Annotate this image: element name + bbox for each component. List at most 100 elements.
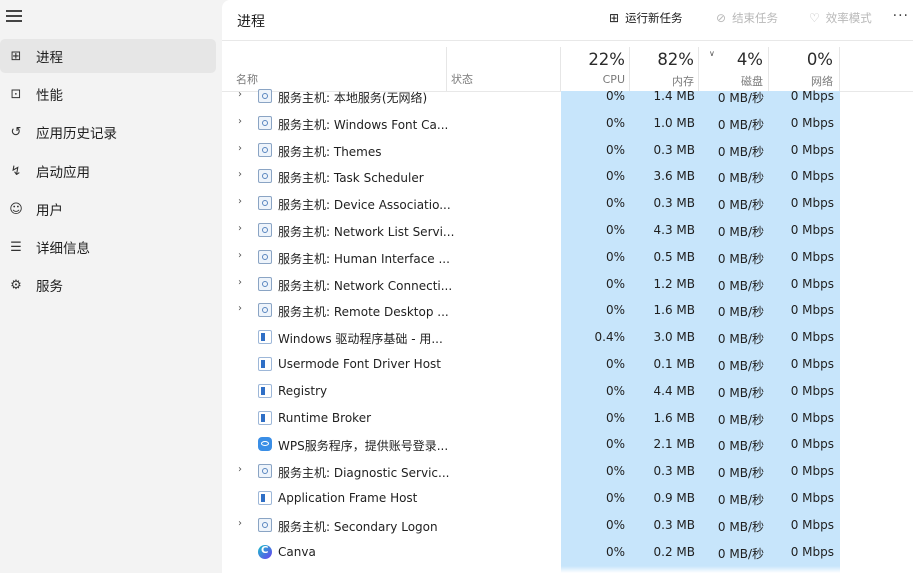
- process-name: 服务主机: Windows Font Ca...: [278, 117, 449, 132]
- expand-chevron-icon[interactable]: ›: [238, 169, 242, 180]
- sidebar-item-details[interactable]: ☰ 详细信息: [0, 230, 216, 264]
- service-host-icon: [258, 142, 272, 157]
- process-cpu: 0%: [605, 89, 625, 103]
- process-network: 0 Mbps: [790, 330, 834, 345]
- table-row[interactable]: › 服务主机: Network List Servi... 0% 4.3 MB 0 MB…: [222, 217, 913, 244]
- table-row[interactable]: › 服务主机: 本地服务(无网络) 0% 1.4 MB 0 MB/秒 0 Mbps: [222, 83, 913, 110]
- process-name: Registry: [278, 383, 328, 398]
- table-row[interactable]: › 服务主机: Remote Desktop ... 0% 1.6 MB 0 MB/秒 0…: [222, 297, 913, 324]
- expand-chevron-icon[interactable]: ›: [238, 116, 242, 127]
- process-network: 0 Mbps: [790, 383, 834, 398]
- run-new-task-button[interactable]: ⊞ 运行新任务: [609, 10, 683, 26]
- process-memory: 0.3 MB: [653, 464, 695, 479]
- table-row[interactable]: › 服务主机: Task Scheduler 0% 3.6 MB 0 MB/秒 0 Mbp…: [222, 163, 913, 190]
- table-row[interactable]: Canva 0% 0.2 MB 0 MB/秒 0 Mbps: [222, 539, 913, 566]
- end-task-button[interactable]: ⊘ 结束任务: [716, 10, 778, 26]
- sidebar-item-startup[interactable]: ↯ 启动应用: [0, 154, 216, 188]
- table-row[interactable]: › 服务主机: Device Associatio... 0% 0.3 MB 0 MB/…: [222, 190, 913, 217]
- process-memory: 0.1 MB: [653, 357, 695, 371]
- process-name: 服务主机: Remote Desktop ...: [278, 305, 449, 320]
- sidebar-item-label: 服务: [36, 279, 63, 295]
- end-task-label: 结束任务: [732, 11, 779, 25]
- service-host-icon: [258, 223, 272, 237]
- sidebar-item-performance[interactable]: ⊡ 性能: [0, 77, 216, 111]
- sidebar-item-app-history[interactable]: ↺ 应用历史记录: [0, 115, 216, 149]
- expand-chevron-icon[interactable]: ›: [238, 464, 242, 475]
- table-row[interactable]: WPS服务程序，提供账号登录... 0% 2.1 MB 0 MB/秒 0 Mbps: [222, 431, 913, 458]
- process-cpu: 0%: [605, 517, 625, 532]
- efficiency-mode-label: 效率模式: [825, 11, 872, 25]
- process-cpu: 0%: [605, 437, 625, 452]
- process-name: Windows 驱动程序基础 - 用...: [278, 332, 443, 347]
- services-icon: ⚙: [10, 277, 22, 293]
- table-row[interactable]: Registry 0% 4.4 MB 0 MB/秒 0 Mbps: [222, 378, 913, 405]
- process-network: 0 Mbps: [790, 196, 834, 211]
- process-name: 服务主机: Themes: [278, 144, 382, 159]
- expand-chevron-icon[interactable]: ›: [238, 303, 242, 314]
- process-name: 服务主机: Diagnostic Servic...: [278, 466, 450, 481]
- expand-chevron-icon[interactable]: ›: [238, 518, 242, 529]
- process-disk: 0 MB/秒: [717, 546, 764, 561]
- process-memory: 0.3 MB: [653, 517, 695, 532]
- process-cpu: 0%: [605, 357, 625, 371]
- sidebar-item-services[interactable]: ⚙ 服务: [0, 268, 216, 302]
- process-memory: 1.6 MB: [653, 303, 695, 318]
- process-disk: 0 MB/秒: [717, 412, 764, 427]
- expand-chevron-icon[interactable]: ›: [238, 250, 242, 261]
- process-cpu: 0%: [605, 303, 625, 318]
- process-network: 0 Mbps: [790, 464, 834, 479]
- process-cpu: 0%: [605, 115, 625, 130]
- process-disk: 0 MB/秒: [717, 493, 764, 507]
- process-disk: 0 MB/秒: [717, 171, 764, 186]
- process-name: 服务主机: 本地服务(无网络): [278, 91, 428, 105]
- table-row[interactable]: › 服务主机: Themes 0% 0.3 MB 0 MB/秒 0 Mbps: [222, 137, 913, 164]
- process-memory: 1.2 MB: [653, 276, 695, 291]
- expand-chevron-icon[interactable]: ›: [238, 223, 242, 234]
- menu-icon[interactable]: [6, 10, 22, 24]
- process-name: Usermode Font Driver Host: [278, 357, 441, 371]
- service-host-icon: [258, 517, 272, 532]
- efficiency-mode-button[interactable]: ♡ 效率模式: [809, 10, 872, 26]
- service-host-icon: [258, 89, 272, 103]
- table-row[interactable]: Windows 驱动程序基础 - 用... 0.4% 3.0 MB 0 MB/秒 0 M…: [222, 324, 913, 351]
- process-name: 服务主机: Task Scheduler: [278, 171, 424, 186]
- process-memory: 3.0 MB: [653, 330, 695, 345]
- sidebar-item-label: 用户: [36, 203, 63, 219]
- service-host-icon: [258, 196, 272, 211]
- expand-chevron-icon[interactable]: ›: [238, 89, 242, 100]
- service-host-icon: [258, 115, 272, 130]
- process-memory: 1.6 MB: [653, 410, 695, 425]
- sidebar-item-label: 详细信息: [36, 241, 90, 257]
- expand-chevron-icon[interactable]: ›: [238, 277, 242, 288]
- table-row[interactable]: Application Frame Host 0% 0.9 MB 0 MB/秒 0 Mb…: [222, 485, 913, 512]
- network-total: 0%: [806, 50, 833, 69]
- table-row[interactable]: › 服务主机: Secondary Logon 0% 0.3 MB 0 MB/秒 0 Mb…: [222, 512, 913, 539]
- table-row[interactable]: › 服务主机: Network Connecti... 0% 1.2 MB 0 MB/秒…: [222, 271, 913, 298]
- table-row[interactable]: Usermode Font Driver Host 0% 0.1 MB 0 MB/秒 0…: [222, 351, 913, 378]
- startup-icon: ↯: [10, 163, 22, 179]
- performance-icon: ⊡: [10, 86, 22, 102]
- sidebar-item-processes[interactable]: ⊞ 进程: [0, 39, 216, 73]
- list-fade: [222, 566, 913, 573]
- process-cpu: 0%: [605, 276, 625, 291]
- process-network: 0 Mbps: [790, 223, 834, 237]
- process-memory: 0.3 MB: [653, 196, 695, 211]
- service-host-icon: [258, 464, 272, 479]
- table-row[interactable]: › 服务主机: Human Interface ... 0% 0.5 MB 0 MB/秒…: [222, 244, 913, 271]
- process-disk: 0 MB/秒: [717, 225, 764, 239]
- expand-chevron-icon[interactable]: ›: [238, 143, 242, 154]
- app-window-icon: [258, 383, 272, 398]
- process-memory: 4.4 MB: [653, 383, 695, 398]
- sidebar-item-users[interactable]: ☺ 用户: [0, 192, 216, 226]
- table-row[interactable]: › 服务主机: Windows Font Ca... 0% 1.0 MB 0 MB/秒 0…: [222, 110, 913, 137]
- sidebar-item-label: 应用历史记录: [36, 126, 117, 142]
- process-disk: 0 MB/秒: [717, 385, 764, 400]
- table-row[interactable]: › 服务主机: Diagnostic Servic... 0% 0.3 MB 0 MB/…: [222, 458, 913, 485]
- process-network: 0 Mbps: [790, 89, 834, 103]
- more-options-button[interactable]: ···: [893, 8, 909, 24]
- sidebar-item-label: 性能: [36, 88, 63, 104]
- app-window-icon: [258, 410, 272, 425]
- table-row[interactable]: Runtime Broker 0% 1.6 MB 0 MB/秒 0 Mbps: [222, 405, 913, 432]
- process-name: Canva: [278, 544, 316, 559]
- expand-chevron-icon[interactable]: ›: [238, 196, 242, 207]
